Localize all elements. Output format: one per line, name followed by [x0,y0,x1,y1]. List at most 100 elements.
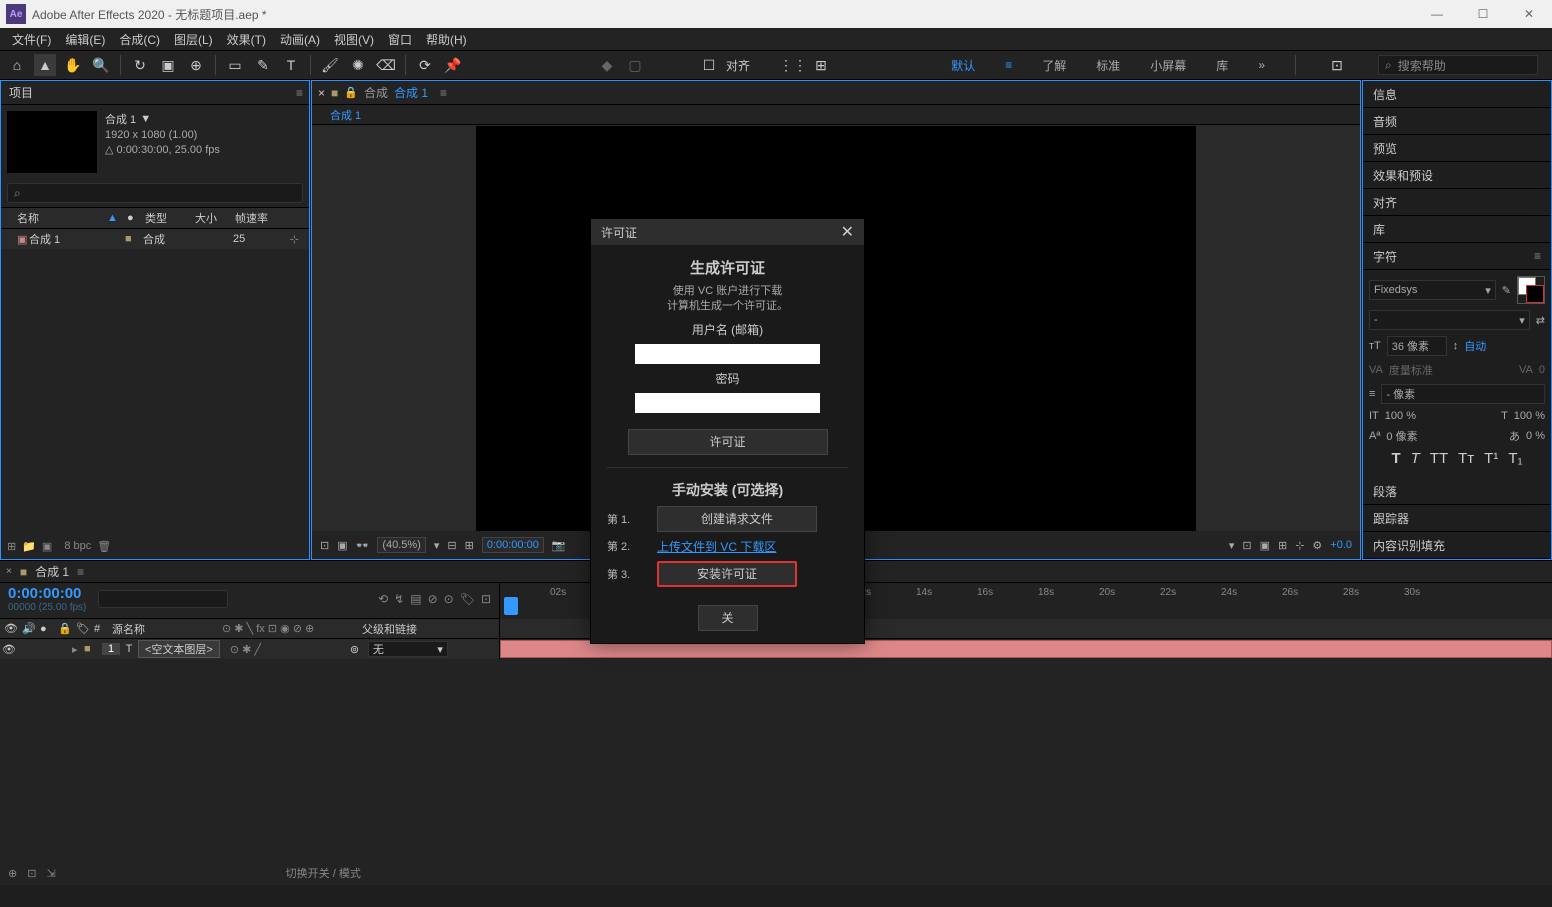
create-request-button[interactable]: 创建请求文件 [657,506,817,532]
close-panel-icon[interactable]: × [318,86,325,100]
panel-info[interactable]: 信息 [1363,81,1551,108]
tl-icon[interactable]: ⊙ [444,592,454,606]
current-time[interactable]: 0:00:00:00 [482,537,544,553]
panel-menu-icon[interactable]: ≡ [440,86,447,100]
color-swatch[interactable] [1517,276,1545,304]
composition-breadcrumb[interactable]: 合成 1 [312,105,1360,125]
panel-effects[interactable]: 效果和预设 [1363,162,1551,189]
help-search-input[interactable]: ⌕ 搜索帮助 [1378,55,1538,75]
tl-icon[interactable]: ⊡ [481,592,491,606]
col-fps[interactable]: 帧速率 [231,210,309,226]
workspace-small[interactable]: 小屏幕 [1150,57,1186,74]
tl-icon[interactable]: ⟲ [378,592,388,606]
flowchart-icon[interactable]: ⊹ [286,233,303,246]
menu-layer[interactable]: 图层(L) [174,31,213,48]
tsume-input[interactable]: 0 % [1526,430,1545,442]
layer-name[interactable]: <空文本图层> [138,640,220,658]
workspace-learn[interactable]: 了解 [1042,57,1066,74]
leading-input[interactable]: 自动 [1464,338,1486,354]
pen-tool-icon[interactable]: ✎ [252,54,274,76]
tl-icon[interactable]: ⊘ [428,592,438,606]
maximize-button[interactable]: ☐ [1460,0,1506,28]
viewer-btn-icon[interactable]: 👓 [356,539,370,552]
timeline-search-input[interactable] [98,590,228,608]
timeline-layer-row[interactable]: 👁 ▸ ■ 1 T <空文本图层> ⊙ ✱ ╱ ⊚ 无▾ [0,639,499,659]
lock-icon[interactable]: 🔒 [344,86,358,99]
parent-select[interactable]: 无▾ [368,641,448,657]
col-size[interactable]: 大小 [191,210,231,226]
playhead-icon[interactable] [504,597,518,615]
menu-composition[interactable]: 合成(C) [119,31,160,48]
eyedropper-icon[interactable]: ✎ [1502,284,1511,297]
grid-icon[interactable]: ⊞ [465,539,474,552]
tl-footer-icon[interactable]: ⊕ [8,867,17,880]
font-size-input[interactable]: 36 像素 [1387,336,1447,356]
minimize-button[interactable]: — [1414,0,1460,28]
view-icon[interactable]: ⊹ [1295,539,1304,552]
camera-tool-icon[interactable]: ▣ [157,54,179,76]
snap-toggle-icon[interactable]: ☐ [698,54,720,76]
col-parent[interactable]: 父级和链接 [358,621,499,637]
menu-edit[interactable]: 编辑(E) [65,31,105,48]
panel-tracker[interactable]: 跟踪器 [1363,505,1551,532]
col-type[interactable]: 类型 [141,210,191,226]
swap-colors-icon[interactable]: ⇄ [1536,314,1545,327]
menu-file[interactable]: 文件(F) [12,31,51,48]
baseline-input[interactable]: 0 像素 [1386,428,1417,444]
color-depth[interactable]: 8 bpc [64,540,91,552]
zoom-tool-icon[interactable]: 🔍 [90,54,112,76]
trash-icon[interactable]: 🗑 [97,540,111,553]
panel-character[interactable]: 字符≡ [1363,243,1551,270]
col-name[interactable]: 名称 [13,210,103,226]
panel-menu-icon[interactable]: ≡ [1534,249,1541,263]
snapshot-icon[interactable]: 📷 [552,539,566,552]
view-icon[interactable]: ⊞ [1278,539,1287,552]
shape-tool-icon[interactable]: ▭ [224,54,246,76]
interpret-icon[interactable]: ⊞ [7,540,16,553]
pan-behind-tool-icon[interactable]: ⊕ [185,54,207,76]
font-style-select[interactable]: -▾ [1369,310,1530,330]
font-family-select[interactable]: Fixedsys▾ [1369,280,1496,300]
menu-view[interactable]: 视图(V) [334,31,374,48]
current-timecode[interactable]: 0:00:00:00 [8,585,86,602]
comp-tab-active[interactable]: 合成 1 [394,84,428,101]
license-button[interactable]: 许可证 [628,429,828,455]
subscript-button[interactable]: T₁ [1508,450,1522,467]
bold-button[interactable]: T [1391,450,1400,467]
workspace-default[interactable]: 默认 [951,57,975,74]
password-input[interactable] [635,393,820,413]
viewer-btn-icon[interactable]: ▣ [337,539,347,552]
close-icon[interactable]: ✕ [841,222,854,242]
menu-animation[interactable]: 动画(A) [280,31,320,48]
clone-tool-icon[interactable]: ✺ [347,54,369,76]
workspace-menu-icon[interactable]: ≡ [1005,58,1012,72]
menu-help[interactable]: 帮助(H) [426,31,467,48]
timeline-tab[interactable]: 合成 1 [35,563,69,580]
smallcaps-button[interactable]: Tᴛ [1458,450,1474,467]
kerning-input[interactable]: 0 [1539,364,1545,376]
new-folder-icon[interactable]: 📁 [22,540,36,553]
panel-align[interactable]: 对齐 [1363,189,1551,216]
hand-tool-icon[interactable]: ✋ [62,54,84,76]
hscale-input[interactable]: 100 % [1385,410,1416,422]
toggle-switches-label[interactable]: 切换开关 / 模式 [286,865,361,881]
close-dialog-button[interactable]: 关 [698,605,758,631]
snap-options-icon[interactable]: ⋮⋮ [782,54,804,76]
tracking-input[interactable]: 度量标准 [1389,362,1433,378]
view-icon[interactable]: ⊡ [1242,539,1251,552]
settings-icon[interactable]: ⚙ [1312,539,1322,552]
panel-audio[interactable]: 音频 [1363,108,1551,135]
text-tool-icon[interactable]: T [280,54,302,76]
project-tab-label[interactable]: 项目 [9,84,33,101]
panel-menu-icon[interactable]: ≡ [77,565,84,579]
install-license-button[interactable]: 安装许可证 [657,561,797,587]
panel-paragraph[interactable]: 段落 [1363,478,1551,505]
visibility-toggle[interactable]: 👁 [0,643,18,656]
menu-window[interactable]: 窗口 [388,31,412,48]
selection-tool-icon[interactable]: ▲ [34,54,56,76]
stroke-width-input[interactable]: - 像素 [1381,384,1545,404]
close-panel-icon[interactable]: × [6,566,12,577]
workspace-more-icon[interactable]: » [1258,58,1265,72]
roto-tool-icon[interactable]: ⟳ [414,54,436,76]
italic-button[interactable]: T [1411,450,1420,467]
